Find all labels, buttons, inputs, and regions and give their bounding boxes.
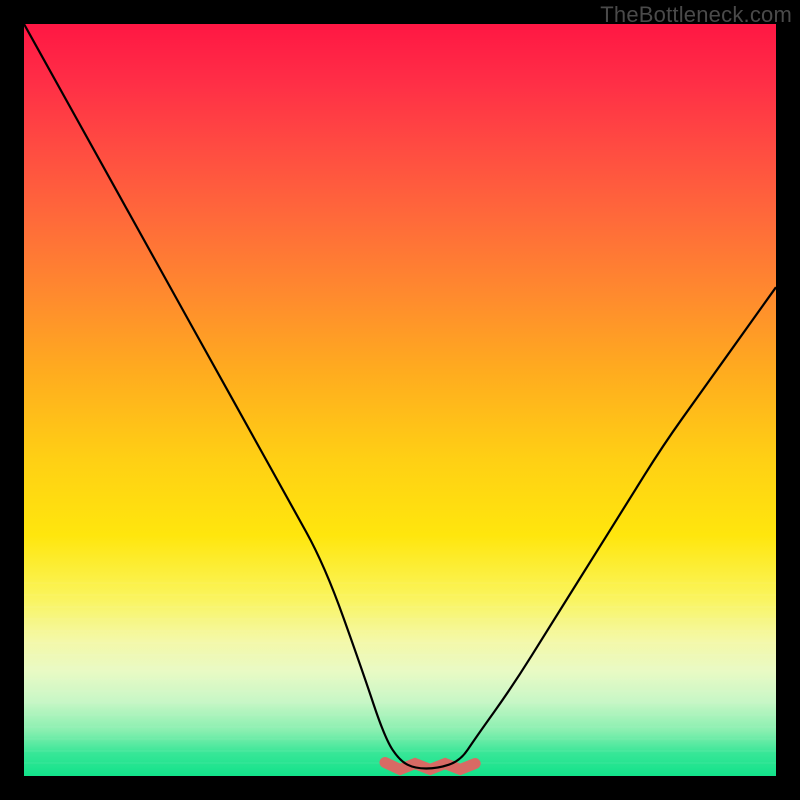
chart-frame: TheBottleneck.com xyxy=(0,0,800,800)
curve-svg xyxy=(24,24,776,776)
plot-area xyxy=(24,24,776,776)
watermark-text: TheBottleneck.com xyxy=(600,2,792,28)
bottleneck-curve xyxy=(24,24,776,769)
